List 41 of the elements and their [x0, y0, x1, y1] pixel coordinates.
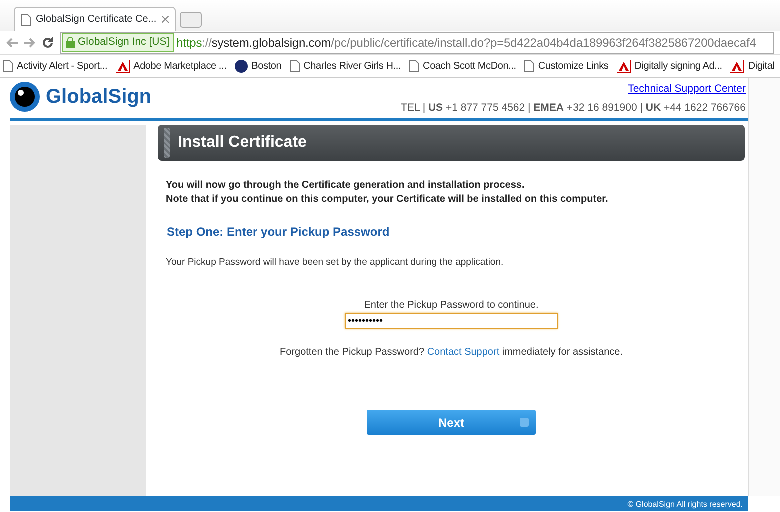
bookmark[interactable]: Charles River Girls H...	[290, 58, 402, 74]
page-icon	[21, 14, 31, 26]
reload-icon[interactable]	[42, 36, 54, 48]
step-heading: Step One: Enter your Pickup Password	[167, 224, 391, 241]
password-field[interactable]: ••••••••••	[345, 313, 558, 330]
address-field[interactable]: GlobalSign Inc [US] https://system.globalsign.com/pc/public/certificate/install.do?p=5d422a04b4da189963f264f3825867200daecaf4	[60, 32, 774, 54]
page-icon	[3, 60, 13, 72]
browser-tab[interactable]: GlobalSign Certificate Ce...	[14, 7, 176, 31]
page-icon	[409, 60, 420, 72]
panel-title: Install Certificate	[178, 133, 307, 153]
page-icon	[524, 60, 534, 72]
bookmark[interactable]: Adobe Marketplace ...	[116, 58, 227, 74]
site-identity[interactable]: GlobalSign Inc [US]	[62, 32, 174, 52]
bookmark[interactable]: Digital	[730, 58, 775, 74]
bookmark[interactable]: Customize Links	[524, 58, 609, 74]
step-text: Your Pickup Password will have been set by the applicant during the application.	[166, 256, 505, 270]
support-link[interactable]: Technical Support Center	[628, 83, 746, 95]
adobe-icon	[616, 60, 631, 72]
intro-text: Note that if you continue on this computer, your Certificate will be installed on this computer.	[166, 193, 610, 207]
contact-support-link[interactable]: Contact Support	[427, 347, 500, 358]
new-tab-button[interactable]	[180, 12, 202, 28]
bookmark[interactable]: Coach Scott McDon...	[409, 58, 516, 74]
bookmark[interactable]: Boston	[234, 58, 282, 74]
lock-icon	[66, 37, 75, 48]
page-icon	[290, 60, 300, 72]
footer-bar: © GlobalSign All rights reserved.	[10, 496, 748, 511]
adobe-icon	[730, 60, 744, 72]
eye-logo-icon	[10, 82, 40, 112]
help-text: Forgotten the Pickup Password? Contact Support immediately for assistance.	[279, 346, 624, 360]
bookmark[interactable]: Activity Alert - Sport...	[3, 58, 108, 74]
forward-icon[interactable]	[24, 38, 36, 48]
field-label: Enter the Pickup Password to continue.	[363, 299, 540, 314]
adobe-icon	[116, 60, 130, 72]
phone-numbers: TEL | US +1 877 775 4562 | EMEA +32 16 891900 | UK +44 1622 766766	[401, 100, 746, 116]
logo-text: GlobalSign	[46, 85, 152, 110]
back-icon[interactable]	[6, 38, 18, 48]
close-icon[interactable]	[162, 16, 169, 23]
b-logo-icon	[234, 60, 248, 72]
bookmark[interactable]: Digitally signing Ad...	[616, 58, 722, 74]
intro-text: You will now go through the Certificate generation and installation process.	[166, 179, 526, 193]
stripe-icon	[164, 128, 170, 158]
